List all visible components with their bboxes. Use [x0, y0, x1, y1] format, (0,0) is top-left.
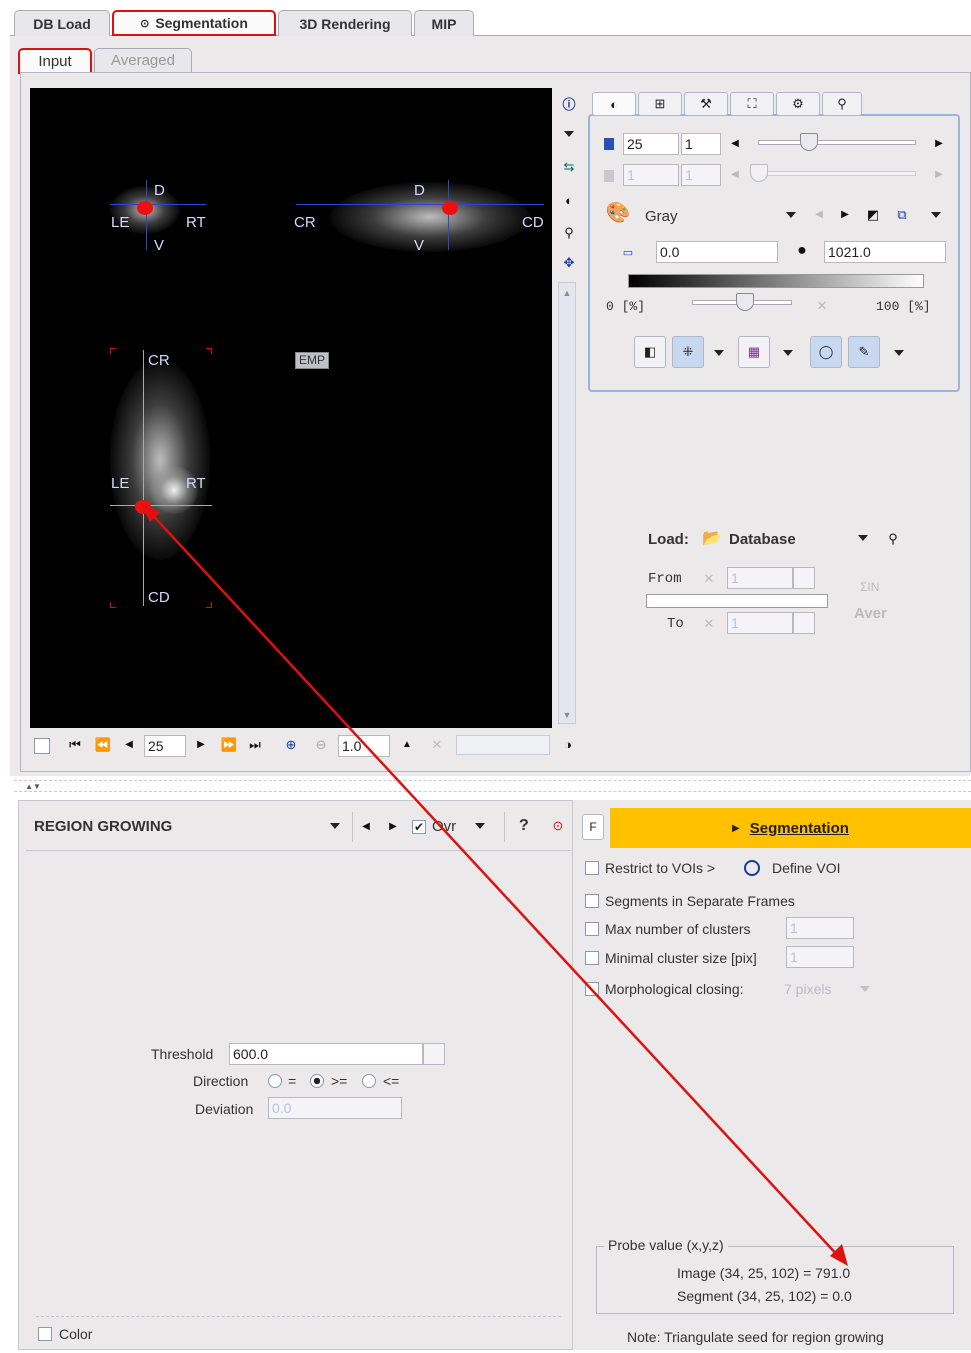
annotation-arrow — [140, 502, 848, 1266]
